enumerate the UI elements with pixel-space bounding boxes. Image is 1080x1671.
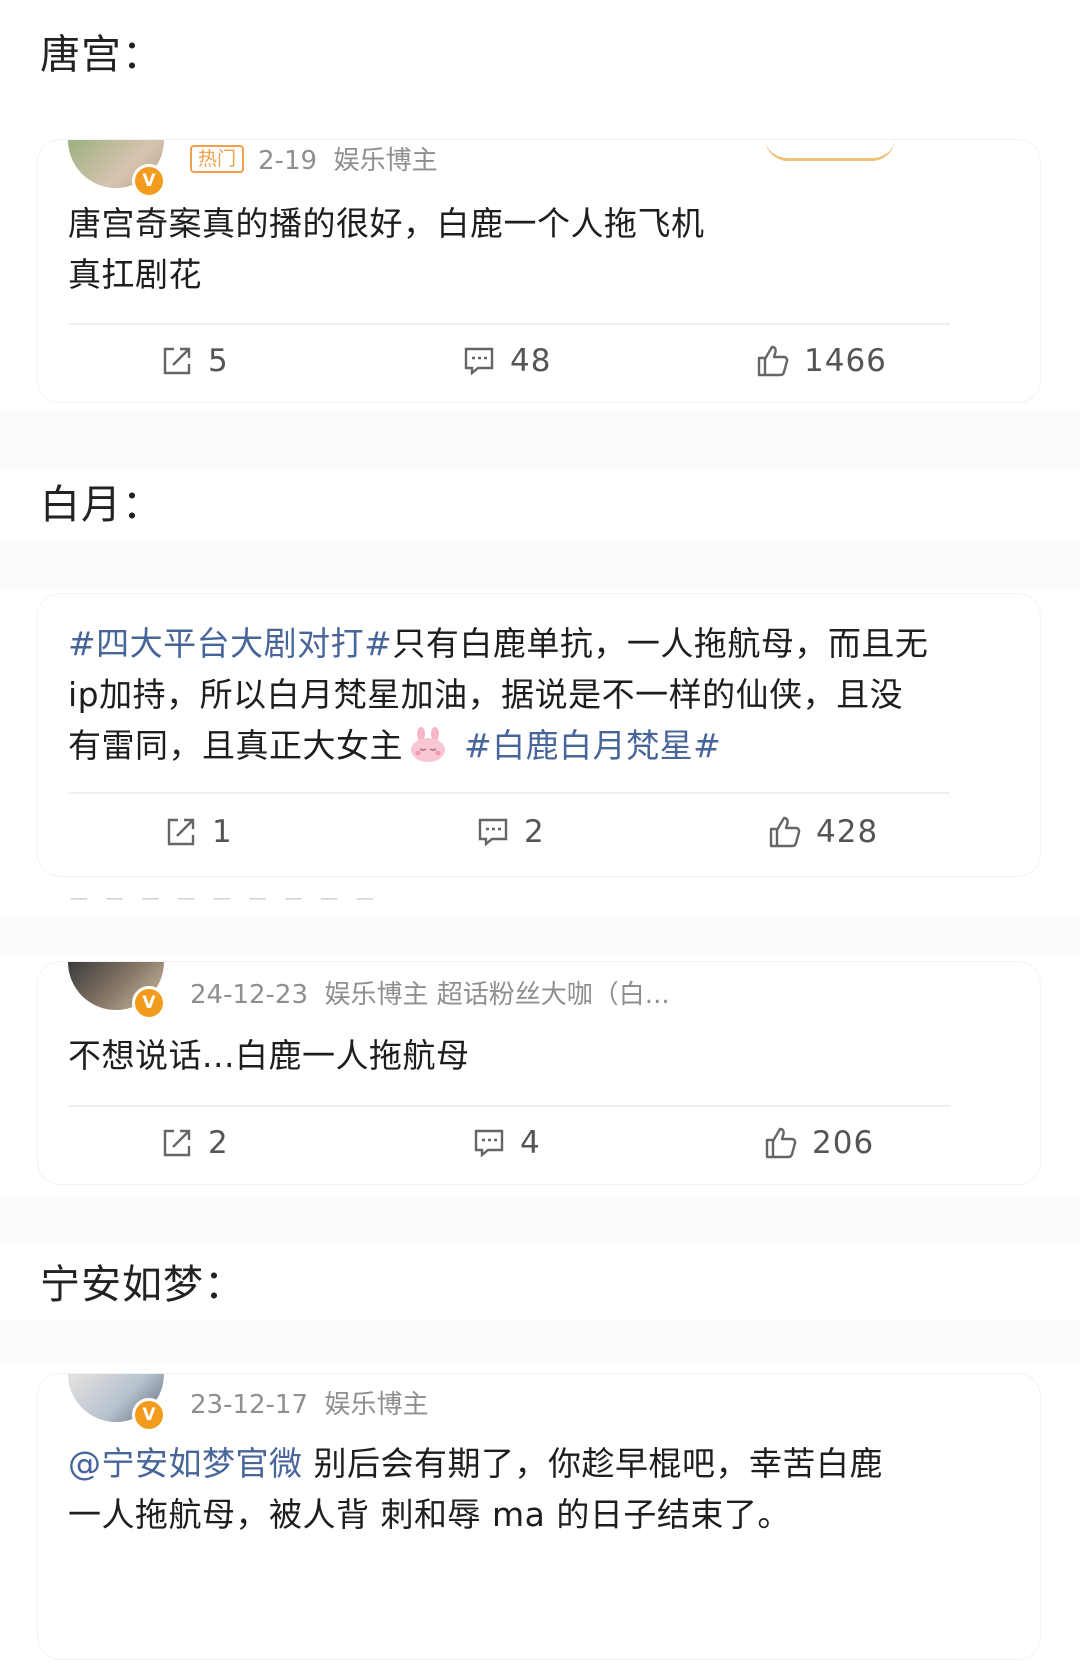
- comment-count: 48: [510, 343, 552, 379]
- repost-button[interactable]: 1: [164, 802, 233, 862]
- thumbs-up-icon: [765, 1127, 797, 1159]
- post-text-segment: 有雷同，且真正大女主: [68, 726, 403, 765]
- repost-icon: [163, 1129, 191, 1157]
- post-role: 娱乐博主: [333, 146, 438, 176]
- like-button[interactable]: 1466: [756, 331, 887, 391]
- like-count: 428: [816, 814, 879, 850]
- avatar[interactable]: V: [68, 1374, 166, 1432]
- mention-link[interactable]: @宁安如梦官微: [68, 1444, 303, 1483]
- post-card-baiyue-1[interactable]: #四大平台大剧对打#只有白鹿单抗，一人拖航母，而且无 ip加持，所以白月梵星加油…: [38, 594, 1040, 876]
- like-button[interactable]: 428: [768, 802, 878, 862]
- thumbs-up-icon: [769, 816, 801, 848]
- like-count: 206: [812, 1125, 875, 1161]
- comment-button[interactable]: 2: [476, 802, 545, 862]
- blurred-background: [0, 410, 1080, 470]
- repost-icon: [167, 818, 195, 846]
- clipped-text-fragment: — — — — — — — — —: [70, 888, 380, 909]
- avatar[interactable]: V: [68, 962, 166, 1020]
- post-body[interactable]: 唐宫奇案真的播的很好，白鹿一个人拖飞机 真扛剧花: [68, 198, 705, 300]
- like-button[interactable]: 206: [764, 1113, 874, 1173]
- comment-count: 4: [520, 1125, 541, 1161]
- bunny-emoji-icon: [411, 727, 445, 762]
- action-bar: 5 48 1466: [38, 331, 1040, 391]
- action-bar: 2 4 206: [38, 1113, 1040, 1173]
- blurred-background: [0, 1320, 1080, 1365]
- post-role: 娱乐博主 超话粉丝大咖（白...: [324, 980, 670, 1010]
- hashtag-link[interactable]: #四大平台大剧对打#: [68, 624, 392, 663]
- post-text-line: ip加持，所以白月梵星加油，据说是不一样的仙侠，且没: [68, 675, 904, 714]
- comment-count: 2: [524, 814, 545, 850]
- comment-button[interactable]: 4: [472, 1113, 541, 1173]
- like-count: 1466: [804, 343, 887, 379]
- section-label-baiyue: 白月：: [40, 482, 163, 528]
- blurred-background: [0, 1195, 1080, 1245]
- post-body[interactable]: #四大平台大剧对打#只有白鹿单抗，一人拖航母，而且无 ip加持，所以白月梵星加油…: [68, 618, 928, 771]
- repost-count: 1: [212, 814, 233, 850]
- post-date: 2-19: [258, 146, 318, 176]
- post-date: 23-12-17: [190, 1390, 309, 1420]
- post-text-line: 不想说话...白鹿一人拖航母: [68, 1036, 470, 1075]
- repost-icon: [163, 347, 191, 375]
- blurred-background: [0, 540, 1080, 590]
- hashtag-link[interactable]: #白鹿白月梵星#: [464, 726, 721, 765]
- comment-button[interactable]: 48: [462, 331, 551, 391]
- thumbs-up-icon: [757, 345, 789, 377]
- post-date: 24-12-23: [190, 980, 309, 1010]
- post-text-line: 唐宫奇案真的播的很好，白鹿一个人拖飞机: [68, 204, 705, 243]
- post-role: 娱乐博主: [324, 1390, 429, 1420]
- section-label-tanggong: 唐宫：: [40, 32, 163, 78]
- post-card-tanggong[interactable]: V 热门 2-19 娱乐博主 唐宫奇案真的播的很好，白鹿一个人拖飞机 真扛剧花 5…: [38, 140, 1040, 402]
- divider: [68, 323, 950, 325]
- comment-icon: [464, 347, 494, 376]
- repost-count: 5: [208, 343, 229, 379]
- post-meta: 热门 2-19 娱乐博主: [190, 140, 438, 177]
- post-text-line: 有雷同，且真正大女主 #白鹿白月梵星#: [68, 720, 928, 771]
- decorative-arc: [765, 138, 895, 161]
- post-body[interactable]: 不想说话...白鹿一人拖航母: [68, 1030, 469, 1081]
- post-text-line: #四大平台大剧对打#只有白鹿单抗，一人拖航母，而且无: [68, 618, 928, 669]
- action-bar: 1 2 428: [38, 802, 1040, 862]
- repost-button[interactable]: 5: [160, 331, 229, 391]
- post-text-line: @宁安如梦官微 别后会有期了，你趁早棍吧，幸苦白鹿: [68, 1438, 883, 1489]
- section-label-ninganrumeng: 宁安如梦：: [40, 1262, 245, 1308]
- verified-badge-icon: V: [132, 986, 166, 1020]
- verified-badge-icon: V: [132, 1398, 166, 1432]
- post-text-line: 一人拖航母，被人背 刺和辱 ma 的日子结束了。: [68, 1495, 791, 1534]
- repost-count: 2: [208, 1125, 229, 1161]
- blurred-background: [0, 915, 1080, 955]
- comment-icon: [478, 818, 508, 847]
- verified-badge-icon: V: [132, 164, 166, 198]
- post-card-ninganrumeng[interactable]: V 23-12-17 娱乐博主 @宁安如梦官微 别后会有期了，你趁早棍吧，幸苦白…: [38, 1374, 1040, 1659]
- post-body[interactable]: @宁安如梦官微 别后会有期了，你趁早棍吧，幸苦白鹿 一人拖航母，被人背 刺和辱 …: [68, 1438, 883, 1540]
- divider: [68, 1105, 950, 1107]
- post-text-segment: 只有白鹿单抗，一人拖航母，而且无: [392, 624, 929, 663]
- post-card-baiyue-2[interactable]: V 24-12-23 娱乐博主 超话粉丝大咖（白... 不想说话...白鹿一人拖…: [38, 962, 1040, 1184]
- repost-button[interactable]: 2: [160, 1113, 229, 1173]
- post-text-segment: 别后会有期了，你趁早棍吧，幸苦白鹿: [302, 1444, 883, 1483]
- post-text-line: 真扛剧花: [68, 255, 202, 294]
- divider: [68, 792, 950, 794]
- comment-icon: [474, 1129, 504, 1158]
- post-meta: 24-12-23 娱乐博主 超话粉丝大咖（白...: [190, 974, 670, 1011]
- post-meta: 23-12-17 娱乐博主: [190, 1384, 429, 1421]
- avatar[interactable]: V: [68, 140, 166, 198]
- hot-tag: 热门: [190, 145, 245, 173]
